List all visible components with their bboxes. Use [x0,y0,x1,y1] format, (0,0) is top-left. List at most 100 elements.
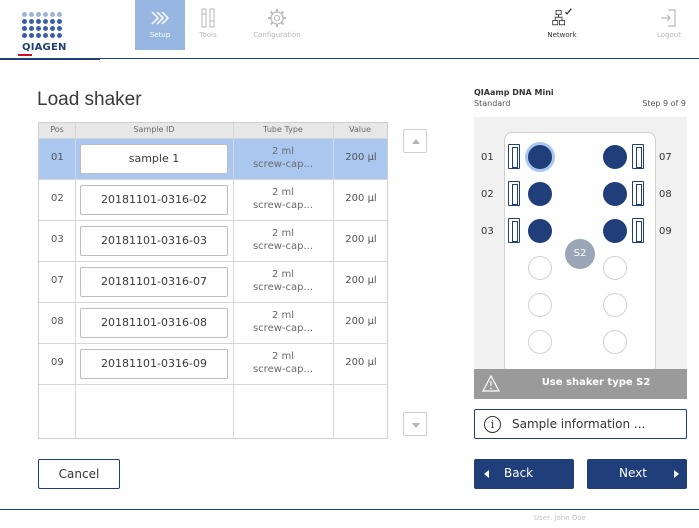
back-label: Back [504,466,534,480]
tab-tools-label: Tools [199,31,217,39]
sample-id-field[interactable]: sample 1 [80,144,228,174]
table-header: Pos Sample ID Tube Type Value [39,123,387,138]
info-icon: i [484,416,501,433]
tube-slot [508,144,520,169]
tube-slot [508,181,520,206]
well-filled[interactable] [528,182,552,206]
sample-id-field[interactable]: 20181101-0316-03 [80,226,228,256]
sample-id-field[interactable]: 20181101-0316-07 [80,267,228,297]
row-pos: 01 [51,152,64,163]
step-indicator: Step 9 of 9 [642,99,686,108]
tube-type: 2 ml screw-cap... [252,310,314,334]
tube-type: 2 ml screw-cap... [252,187,314,211]
logout-icon [661,9,676,27]
table-row[interactable]: 08 20181101-0316-08 2 ml screw-cap... 200… [39,302,387,343]
row-value: 200 µl [345,316,377,327]
position-label: 09 [659,226,672,237]
header-value: Value [349,125,371,134]
table-row[interactable]: 07 20181101-0316-07 2 ml screw-cap... 200… [39,261,387,302]
shaker-panel: 01 02 03 07 08 09 S2 [474,117,687,399]
tube-type: 2 ml screw-cap... [252,146,314,170]
tab-network[interactable]: Network [536,0,588,50]
tube-type: 2 ml screw-cap... [252,269,314,293]
header-divider [88,58,699,59]
sample-id-field[interactable]: 20181101-0316-08 [80,308,228,338]
row-pos: 09 [51,357,64,368]
position-label: 02 [481,189,494,200]
header-divider-left [0,58,100,60]
well-empty[interactable] [603,330,627,354]
warning-text: Use shaker type S2 [541,377,651,388]
sample-id-field[interactable]: 20181101-0316-02 [80,185,228,215]
next-label: Next [619,466,647,480]
position-label: 07 [659,152,672,163]
arrow-right-icon [674,470,679,478]
arrow-up-icon [412,139,420,144]
tube-slot [632,218,644,243]
tab-setup[interactable]: Setup [135,0,185,50]
arrow-left-icon [484,470,489,478]
header-pos: Pos [50,125,64,134]
warning-icon [482,375,500,392]
tab-configuration-label: Configuration [253,31,301,39]
tab-network-label: Network [547,31,577,39]
table-row-empty [39,384,387,425]
well-empty[interactable] [603,256,627,280]
sample-information-label: Sample information ... [512,417,646,431]
header-tube-type: Tube Type [263,125,303,134]
column-divider [75,123,76,438]
sample-id-field[interactable]: 20181101-0316-09 [80,349,228,379]
logo-dots [22,12,62,38]
table-row[interactable]: 02 20181101-0316-02 2 ml screw-cap... 200… [39,179,387,220]
well-filled[interactable] [603,145,627,169]
well-empty[interactable] [528,330,552,354]
tube-type: 2 ml screw-cap... [252,228,314,252]
top-bar: QIAGEN Setup Tools Configuration Network… [0,0,699,58]
header-sample-id: Sample ID [133,125,175,134]
brand-accent-line [18,54,32,56]
tube-slot [632,144,644,169]
check-icon [564,8,572,15]
row-pos: 03 [51,234,64,245]
tab-configuration[interactable]: Configuration [240,0,314,50]
position-label: 08 [659,189,672,200]
tube-slot [508,218,520,243]
tab-logout[interactable]: Logout [644,0,694,50]
back-button[interactable]: Back [474,459,574,489]
table-row[interactable]: 03 20181101-0316-03 2 ml screw-cap... 200… [39,220,387,261]
cancel-button[interactable]: Cancel [38,459,120,489]
footer-user: User: John Doe [534,514,586,522]
row-value: 200 µl [345,275,377,286]
well-empty[interactable] [603,293,627,317]
protocol-name: QIAamp DNA Mini [474,88,554,97]
column-divider [233,123,234,438]
well-filled[interactable] [528,145,552,169]
tube-type: 2 ml screw-cap... [252,351,314,375]
footer-divider [0,509,699,510]
tab-setup-label: Setup [149,31,171,39]
well-filled[interactable] [603,182,627,206]
well-filled[interactable] [603,219,627,243]
table-row[interactable]: 01 sample 1 2 ml screw-cap... 200 µl [39,138,387,179]
row-value: 200 µl [345,234,377,245]
tab-tools[interactable]: Tools [183,0,233,50]
page-title: Load shaker [37,89,142,110]
sample-information-button[interactable]: i Sample information ... [474,409,687,439]
setup-chevrons-icon [151,11,170,25]
gear-icon [268,9,286,27]
arrow-down-icon [412,423,420,428]
shaker-plate: 01 02 03 07 08 09 S2 [481,132,672,373]
table-row[interactable]: 09 20181101-0316-09 2 ml screw-cap... 200… [39,343,387,384]
well-filled[interactable] [528,219,552,243]
row-pos: 07 [51,275,64,286]
position-label: 01 [481,152,494,163]
shaker-type-badge: S2 [565,239,595,269]
scroll-down-button[interactable] [403,412,427,436]
row-value: 200 µl [345,193,377,204]
sample-table: Pos Sample ID Tube Type Value 01 sample … [38,122,388,439]
scroll-up-button[interactable] [403,129,427,153]
tube-slot [632,181,644,206]
next-button[interactable]: Next [587,459,687,489]
well-empty[interactable] [528,256,552,280]
well-empty[interactable] [528,293,552,317]
